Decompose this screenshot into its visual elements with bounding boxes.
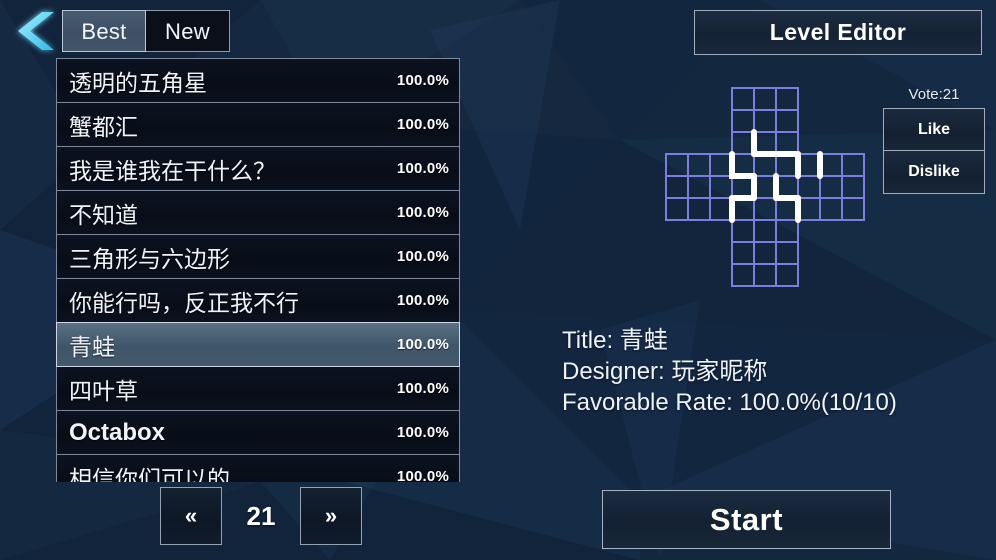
next-page-button[interactable]: » [300,487,362,545]
back-button[interactable] [4,6,58,56]
level-rate: 100.0% [396,292,449,309]
level-list[interactable]: 透明的五角星 100.0% 蟹都汇 100.0% 我是谁我在干什么？ 100.0… [56,58,460,482]
info-designer: Designer: 玩家昵称 [562,358,768,385]
level-preview [650,80,880,290]
list-item[interactable]: 不知道 100.0% [56,190,460,235]
info-rate: Favorable Rate: 100.0%(10/10) [562,389,897,416]
level-rate: 100.0% [396,468,449,482]
vote-count: Vote:21 [908,86,960,103]
chevron-left-icon [18,12,54,50]
list-item-selected[interactable]: 青蛙 100.0% [56,322,460,367]
level-preview-grid [665,87,865,287]
level-title: 四叶草 [69,377,138,404]
list-item[interactable]: 四叶草 100.0% [56,366,460,411]
level-rate: 100.0% [396,116,449,133]
list-item[interactable]: 我是谁我在干什么？ 100.0% [56,146,460,191]
level-title: 青蛙 [69,333,115,360]
level-title: 三角形与六边形 [69,245,230,272]
level-rate: 100.0% [396,424,449,441]
tab-best[interactable]: Best [62,10,146,52]
level-rate: 100.0% [396,248,449,265]
level-rate: 100.0% [396,72,449,89]
level-editor-button[interactable]: Level Editor [694,10,982,55]
list-item[interactable]: 三角形与六边形 100.0% [56,234,460,279]
prev-page-button[interactable]: « [160,487,222,545]
level-rate: 100.0% [396,380,449,397]
dislike-button[interactable]: Dislike [883,151,985,194]
tab-new[interactable]: New [146,10,230,52]
list-item[interactable]: 蟹都汇 100.0% [56,102,460,147]
start-button[interactable]: Start [602,490,891,549]
pagination: « 21 » [160,487,362,545]
info-title: Title: 青蛙 [562,327,668,354]
level-title: 不知道 [69,201,138,228]
level-rate: 100.0% [396,336,449,353]
list-item[interactable]: Octabox 100.0% [56,410,460,455]
level-title: 我是谁我在干什么？ [69,157,276,184]
level-info: Title: 青蛙 Designer: 玩家昵称 Favorable Rate:… [562,325,897,418]
vote-panel: Vote:21 Like Dislike [883,86,985,194]
level-title: 蟹都汇 [69,113,138,140]
tab-bar: Best New [62,10,230,52]
list-item[interactable]: 你能行吗，反正我不行 100.0% [56,278,460,323]
level-title: 透明的五角星 [69,69,207,96]
like-button[interactable]: Like [883,108,985,151]
list-item[interactable]: 相信你们可以的 100.0% [56,454,460,482]
level-title: Octabox [69,418,166,446]
level-rate: 100.0% [396,160,449,177]
list-item[interactable]: 透明的五角星 100.0% [56,58,460,103]
level-title: 相信你们可以的 [69,465,230,483]
level-rate: 100.0% [396,204,449,221]
level-title: 你能行吗，反正我不行 [69,289,299,316]
page-number: 21 [246,500,276,531]
